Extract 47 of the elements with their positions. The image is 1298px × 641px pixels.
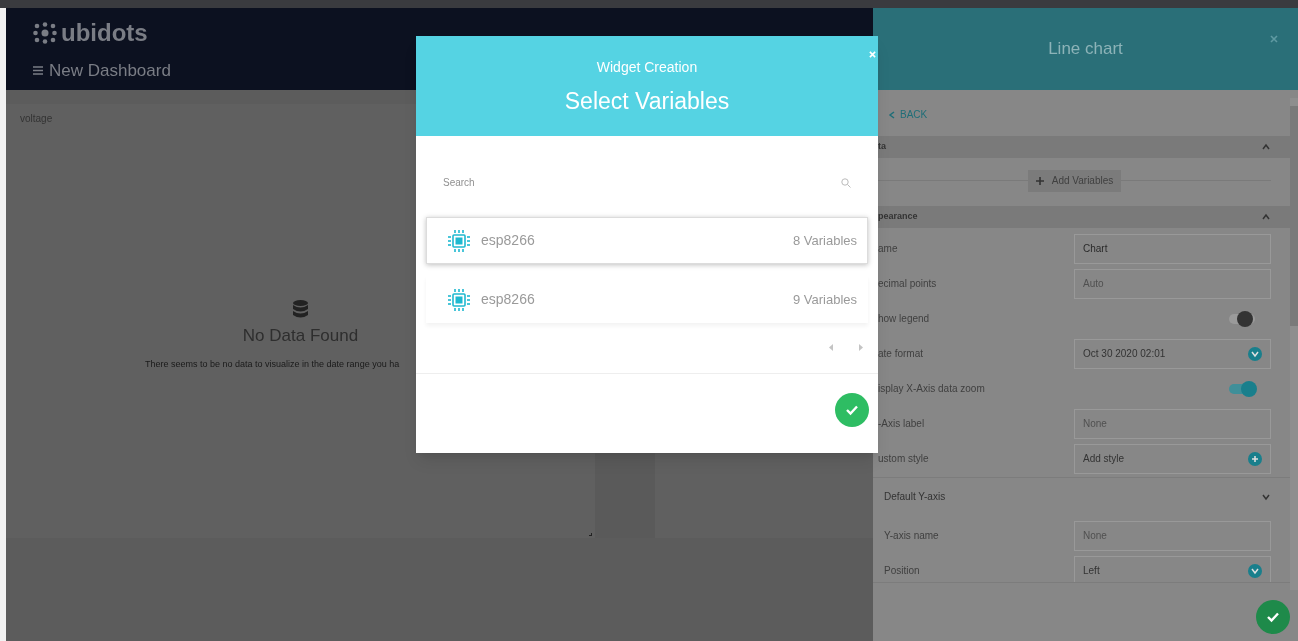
back-link[interactable]: BACK (887, 107, 1290, 122)
toggle-switch[interactable] (1229, 313, 1255, 324)
check-icon (1266, 610, 1280, 624)
database-icon (293, 300, 308, 318)
chevron-left-icon[interactable] (887, 109, 897, 120)
check-icon (845, 403, 859, 417)
section-header[interactable]: Default Y-axis (873, 477, 1290, 515)
select-field[interactable]: Oct 30 2020 02:01 (1074, 338, 1271, 369)
field-label: how legend (877, 312, 930, 326)
logo-icon (33, 22, 57, 44)
confirm-button[interactable] (1256, 600, 1290, 634)
field-label: Position (883, 564, 920, 578)
search-icon[interactable] (841, 177, 851, 188)
chip-icon (447, 287, 471, 312)
device-name: esp8266 (481, 231, 535, 250)
field-label: Y-axis name (883, 529, 939, 543)
add-style-field[interactable]: Add style (1074, 443, 1271, 474)
add-variables-button[interactable]: Add Variables (1027, 169, 1122, 192)
device-name: esp8266 (481, 290, 535, 309)
modal-subtitle: Widget Creation (596, 58, 698, 77)
plus-icon (1035, 176, 1044, 185)
field-label: ustom style (877, 452, 929, 466)
next-page-icon[interactable] (858, 344, 863, 351)
plus-icon (1251, 454, 1259, 463)
previous-page-icon[interactable] (829, 344, 834, 351)
field-label: isplay X-Axis data zoom (877, 382, 985, 396)
confirm-button[interactable] (835, 393, 869, 427)
field-label: ame (877, 242, 898, 256)
chevron-up-icon[interactable] (1261, 142, 1271, 152)
text-field[interactable]: Chart (1074, 233, 1271, 264)
modal-title: Select Variables (564, 87, 730, 116)
logo-text: ubidots (61, 21, 148, 45)
device-item[interactable]: esp8266 9 Variables (426, 276, 868, 323)
field-label: ecimal points (877, 277, 937, 291)
field-label: ate format (877, 347, 924, 361)
chevron-up-icon[interactable] (1261, 212, 1271, 222)
variable-count: 8 Variables (792, 231, 857, 250)
chip-icon (447, 228, 471, 253)
menu-icon[interactable] (33, 66, 43, 76)
field-label: -Axis label (877, 417, 925, 431)
toggle-switch[interactable] (1229, 383, 1255, 394)
device-item[interactable]: esp8266 8 Variables (426, 217, 868, 264)
panel-title: Line chart (1048, 38, 1123, 61)
select-field[interactable]: Left (1074, 555, 1271, 582)
dashboard-title: New Dashboard (49, 60, 171, 82)
close-icon[interactable] (1270, 35, 1278, 43)
variable-count: 9 Variables (792, 290, 857, 309)
